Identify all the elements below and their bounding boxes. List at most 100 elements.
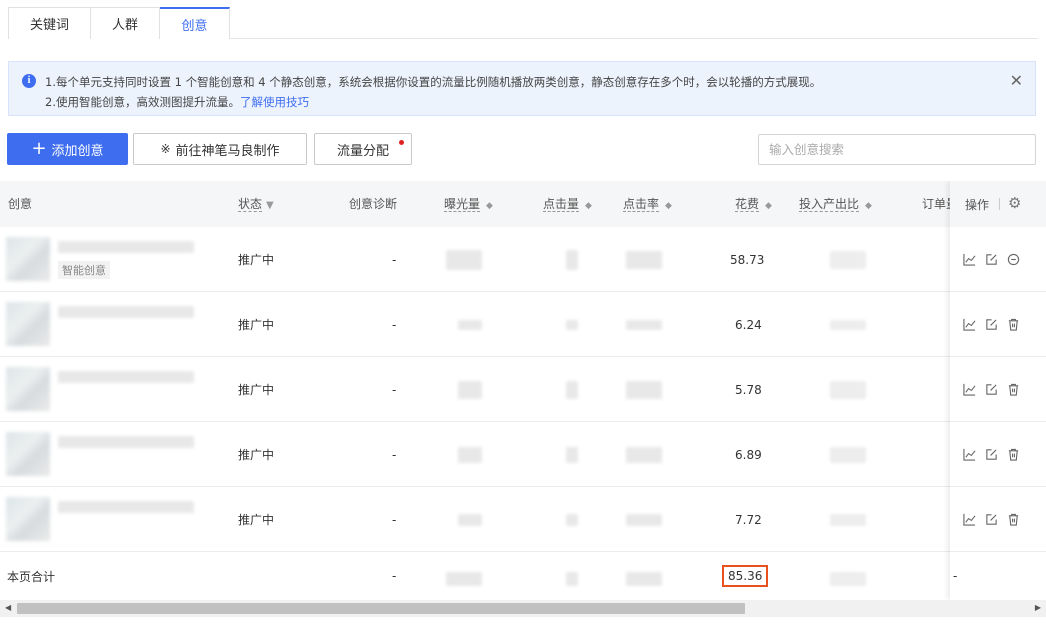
clicks-redacted <box>566 250 578 270</box>
col-ctr[interactable]: 点击率 ◆ <box>623 181 672 227</box>
col-cost[interactable]: 花费 ◆ <box>735 181 772 227</box>
table-row: 推广中 - 6.24 <box>0 292 950 357</box>
edit-icon[interactable] <box>984 512 998 526</box>
col-impressions[interactable]: 曝光量 ◆ <box>444 181 493 227</box>
page-total-label: 本页合计 <box>7 569 56 584</box>
creative-thumbnail[interactable] <box>6 432 50 476</box>
ctr-redacted <box>626 251 662 269</box>
diagnosis-cell: - <box>392 447 397 462</box>
col-creative-label: 创意 <box>8 197 33 211</box>
delete-icon[interactable] <box>1006 447 1020 461</box>
cost-total-highlight: 85.36 <box>722 565 769 587</box>
horizontal-scrollbar[interactable]: ◀ ▶ <box>0 600 1046 617</box>
ops-header-label: 操作 <box>965 198 990 212</box>
col-roi-label: 投入产出比 <box>799 197 860 212</box>
brush-tool-button[interactable]: ※ 前往神笔马良制作 <box>133 133 307 165</box>
roi-redacted <box>830 320 866 330</box>
col-clicks-label: 点击量 <box>543 197 580 212</box>
add-creative-button[interactable]: + 添加创意 <box>7 133 128 165</box>
sort-icon[interactable]: ◆ <box>486 201 493 211</box>
col-roi[interactable]: 投入产出比 ◆ <box>799 181 872 227</box>
trend-chart-icon[interactable] <box>962 447 976 461</box>
edit-icon[interactable] <box>984 382 998 396</box>
creative-title-redacted <box>58 306 194 318</box>
roi-redacted <box>830 251 866 269</box>
impressions-redacted <box>458 320 482 330</box>
status-cell: 推广中 <box>238 318 275 332</box>
tab-creative[interactable]: 创意 <box>160 7 230 39</box>
magic-wand-icon: ※ <box>160 142 171 156</box>
filter-icon[interactable]: ▼ <box>266 200 274 211</box>
col-creative: 创意 <box>8 181 32 227</box>
trend-chart-icon[interactable] <box>962 382 976 396</box>
clicks-redacted <box>566 320 578 330</box>
clicks-redacted <box>566 381 578 399</box>
ctr-redacted <box>626 320 662 330</box>
page-total-row: 本页合计 - 85.36 <box>0 552 950 600</box>
creative-thumbnail[interactable] <box>6 367 50 411</box>
info-icon: i <box>22 74 36 88</box>
notice-line-2-text: 2.使用智能创意，高效测图提升流量。 <box>45 95 240 109</box>
creative-search-input[interactable] <box>758 134 1036 165</box>
sort-icon[interactable]: ◆ <box>765 201 772 211</box>
pause-circle-icon[interactable] <box>1006 252 1020 266</box>
sort-icon[interactable]: ◆ <box>585 201 592 211</box>
table-row: 推广中 - 6.89 <box>0 422 950 487</box>
ctr-total-redacted <box>626 572 662 586</box>
diagnosis-cell: - <box>392 252 397 267</box>
delete-icon[interactable] <box>1006 512 1020 526</box>
header-divider <box>999 198 1000 210</box>
impressions-redacted <box>458 447 482 463</box>
traffic-allocation-button[interactable]: 流量分配 <box>314 133 412 165</box>
col-status[interactable]: 状态 ▼ <box>238 181 274 227</box>
roi-redacted <box>830 447 866 463</box>
roi-redacted <box>830 381 866 399</box>
scroll-right-icon[interactable]: ▶ <box>1035 603 1041 612</box>
sort-icon[interactable]: ◆ <box>865 201 872 211</box>
tab-audience[interactable]: 人群 <box>91 7 160 39</box>
clicks-redacted <box>566 514 578 526</box>
sort-icon[interactable]: ◆ <box>665 201 672 211</box>
cost-cell: 6.89 <box>735 447 762 462</box>
edit-icon[interactable] <box>984 447 998 461</box>
ops-row <box>950 227 1046 292</box>
clicks-redacted <box>566 447 578 463</box>
creative-title-redacted <box>58 371 194 383</box>
trend-chart-icon[interactable] <box>962 512 976 526</box>
close-icon[interactable]: ✕ <box>1010 71 1023 90</box>
impressions-total-redacted <box>446 572 482 586</box>
impressions-redacted <box>446 250 482 270</box>
tab-keywords[interactable]: 关键词 <box>8 7 91 39</box>
gear-icon[interactable]: ⚙ <box>1008 194 1021 212</box>
delete-icon[interactable] <box>1006 317 1020 331</box>
smart-creative-tag: 智能创意 <box>58 261 110 279</box>
cost-total-cell: 85.36 <box>722 552 769 600</box>
diagnosis-cell: - <box>392 512 397 527</box>
ops-header: 操作 ⚙ <box>950 181 1046 227</box>
creative-thumbnail[interactable] <box>6 497 50 541</box>
impressions-redacted <box>458 514 482 526</box>
diagnosis-total: - <box>392 569 397 583</box>
scroll-left-icon[interactable]: ◀ <box>5 603 11 612</box>
ops-total: - <box>953 569 958 583</box>
col-diagnosis: 创意诊断 <box>349 181 397 227</box>
delete-icon[interactable] <box>1006 382 1020 396</box>
trend-chart-icon[interactable] <box>962 252 976 266</box>
trend-chart-icon[interactable] <box>962 317 976 331</box>
traffic-allocation-label: 流量分配 <box>336 143 389 159</box>
notification-dot <box>399 140 404 145</box>
edit-icon[interactable] <box>984 252 998 266</box>
learn-tips-link[interactable]: 了解使用技巧 <box>240 95 309 109</box>
cost-cell: 58.73 <box>730 252 765 267</box>
col-orders[interactable]: 订单量 <box>922 181 950 227</box>
scrollbar-thumb[interactable] <box>17 603 745 614</box>
ctr-redacted <box>626 514 662 526</box>
col-diagnosis-label: 创意诊断 <box>349 197 398 211</box>
diagnosis-cell: - <box>392 382 397 397</box>
notice-line-2: 2.使用智能创意，高效测图提升流量。了解使用技巧 <box>45 94 309 110</box>
edit-icon[interactable] <box>984 317 998 331</box>
creative-thumbnail[interactable] <box>6 237 50 281</box>
col-clicks[interactable]: 点击量 ◆ <box>543 181 592 227</box>
notice-line-1: 1.每个单元支持同时设置 1 个智能创意和 4 个静态创意，系统会根据你设置的流… <box>45 75 822 89</box>
creative-thumbnail[interactable] <box>6 302 50 346</box>
